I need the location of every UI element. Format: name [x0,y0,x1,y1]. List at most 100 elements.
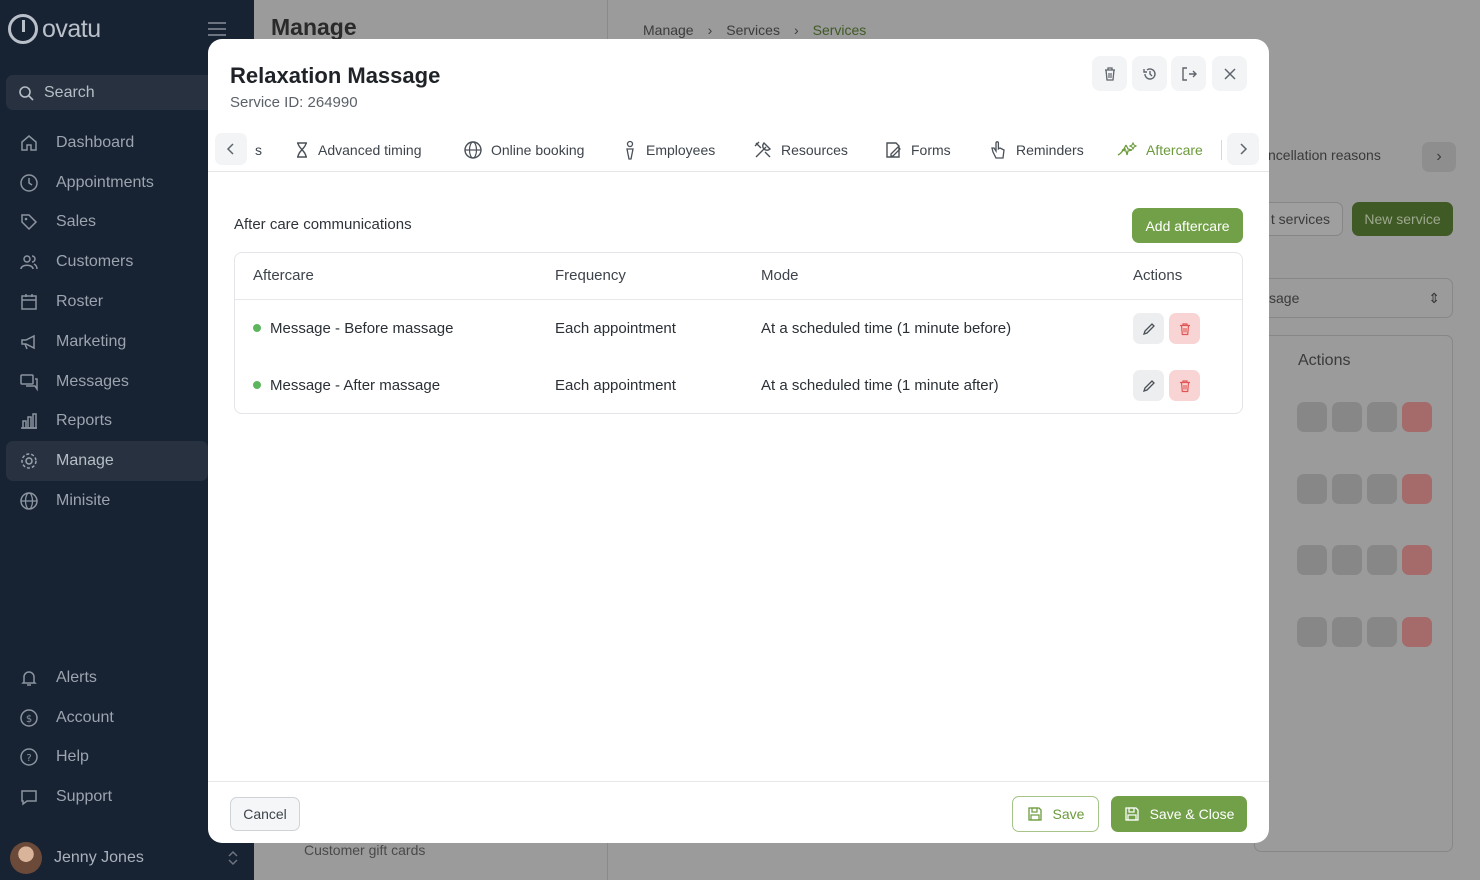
trash-icon [1179,322,1190,335]
tab-aftercare[interactable]: Aftercare [1116,128,1203,171]
breadcrumb-item[interactable]: Manage [643,22,694,38]
service-modal: Relaxation Massage Service ID: 264990 s … [208,39,1269,843]
delete-button[interactable] [1169,313,1200,344]
chevron-updown-icon: ⇕ [1428,289,1440,306]
new-service-button[interactable]: New service [1352,202,1453,236]
nav-item-support[interactable]: Support [6,777,208,817]
edit-button[interactable] [1133,370,1164,401]
aftercare-name-cell: Message - Before massage [253,300,453,358]
nav-item-customers[interactable]: Customers [6,242,208,282]
nav-label: Appointments [56,173,154,191]
modal-footer: Cancel Save Save & Close [208,781,1269,843]
cancel-button[interactable]: Cancel [230,797,300,831]
user-menu[interactable]: Jenny Jones [10,842,240,874]
tab-reminders[interactable]: Reminders [988,128,1084,171]
tabs-scroll-right[interactable] [1227,133,1259,165]
tab-label: Forms [911,141,951,158]
edit-icon[interactable] [1297,474,1327,504]
tab-online-booking[interactable]: Online booking [463,128,584,171]
trash-icon[interactable] [1402,545,1432,575]
nav-label: Roster [56,293,104,311]
column-header-frequency: Frequency [555,267,626,284]
section-title: After care communications [234,216,412,233]
status-dot [253,381,261,390]
nav-item-minisite[interactable]: Minisite [6,481,208,521]
nav-label: Messages [56,372,129,390]
delete-button[interactable] [1169,370,1200,401]
add-aftercare-button[interactable]: Add aftercare [1132,208,1243,243]
chevron-right-icon [1240,143,1248,155]
frequency-cell: Each appointment [555,320,676,337]
nav-item-messages[interactable]: Messages [6,362,208,402]
nav-item-manage[interactable]: Manage [6,441,208,482]
tab-advanced-timing[interactable]: Advanced timing [294,128,422,171]
copy-icon[interactable] [1332,617,1362,647]
nav-item-sales[interactable]: Sales [6,203,208,243]
nav-item-roster[interactable]: Roster [6,282,208,322]
nav-item-appointments[interactable]: Appointments [6,163,208,203]
globe-icon [464,140,482,159]
save-close-button[interactable]: Save & Close [1111,796,1247,832]
history-icon[interactable] [1367,545,1397,575]
tab-partial[interactable]: s [255,128,262,171]
copy-icon[interactable] [1332,402,1362,432]
nav-item-help[interactable]: ? Help [6,738,208,778]
delete-service-button[interactable] [1092,56,1127,91]
history-button[interactable] [1132,56,1167,91]
users-icon [18,251,40,273]
edit-icon[interactable] [1297,402,1327,432]
tab-resources[interactable]: Resources [753,128,848,171]
save-close-label: Save & Close [1149,806,1235,822]
breadcrumb: Manage › Services › Services [643,22,866,38]
column-header-aftercare: Aftercare [253,267,314,284]
copy-icon[interactable] [1332,545,1362,575]
nav-item-alerts[interactable]: Alerts [6,658,208,698]
menu-toggle-icon[interactable] [208,22,226,36]
logo[interactable]: ovatu [8,14,101,44]
nav-item-account[interactable]: $ Account [6,698,208,738]
person-icon [626,140,634,160]
tab-employees[interactable]: Employees [622,128,715,171]
history-icon[interactable] [1367,617,1397,647]
save-button[interactable]: Save [1012,796,1099,832]
aftercare-name: Message - After massage [270,377,441,394]
nav-item-reports[interactable]: Reports [6,402,208,442]
tab-cancellation-reasons[interactable]: ncellation reasons [1268,147,1381,163]
search-input[interactable]: Search [6,75,216,110]
close-button[interactable] [1212,56,1247,91]
row-actions [1297,545,1432,575]
svg-text:$: $ [26,714,32,725]
trash-icon[interactable] [1402,617,1432,647]
edit-icon[interactable] [1297,617,1327,647]
copy-icon[interactable] [1332,474,1362,504]
trash-icon[interactable] [1402,474,1432,504]
avatar [10,842,42,874]
chevron-updown-icon [228,850,238,866]
sparkle-icon [1117,141,1138,156]
nav-item-dashboard[interactable]: Dashboard [6,123,208,163]
globe-icon [18,490,40,512]
history-icon[interactable] [1367,474,1397,504]
tabs-scroll-left[interactable] [215,133,247,165]
tab-forms[interactable]: Forms [883,128,951,171]
edit-icon[interactable] [1297,545,1327,575]
nav-label: Reports [56,412,113,430]
chevron-right-icon: › [793,22,799,38]
chevron-right-icon[interactable]: › [1422,142,1456,172]
trash-icon[interactable] [1402,402,1432,432]
nav-item-marketing[interactable]: Marketing [6,322,208,362]
megaphone-icon [18,331,40,353]
page-title: Manage [271,14,357,40]
edit-button[interactable] [1133,313,1164,344]
nav-label: Manage [56,452,114,470]
manage-item-gift-cards[interactable]: Customer gift cards [304,842,425,858]
tab-separator [1221,140,1222,160]
category-select[interactable]: sage ⇕ [1254,278,1453,318]
category-select-value: sage [1269,290,1300,306]
modal-title: Relaxation Massage [230,63,441,88]
mode-cell: At a scheduled time (1 minute after) [761,377,999,394]
exit-button[interactable] [1171,56,1206,91]
row-actions [1297,402,1432,432]
breadcrumb-item[interactable]: Services [726,22,780,38]
history-icon[interactable] [1367,402,1397,432]
